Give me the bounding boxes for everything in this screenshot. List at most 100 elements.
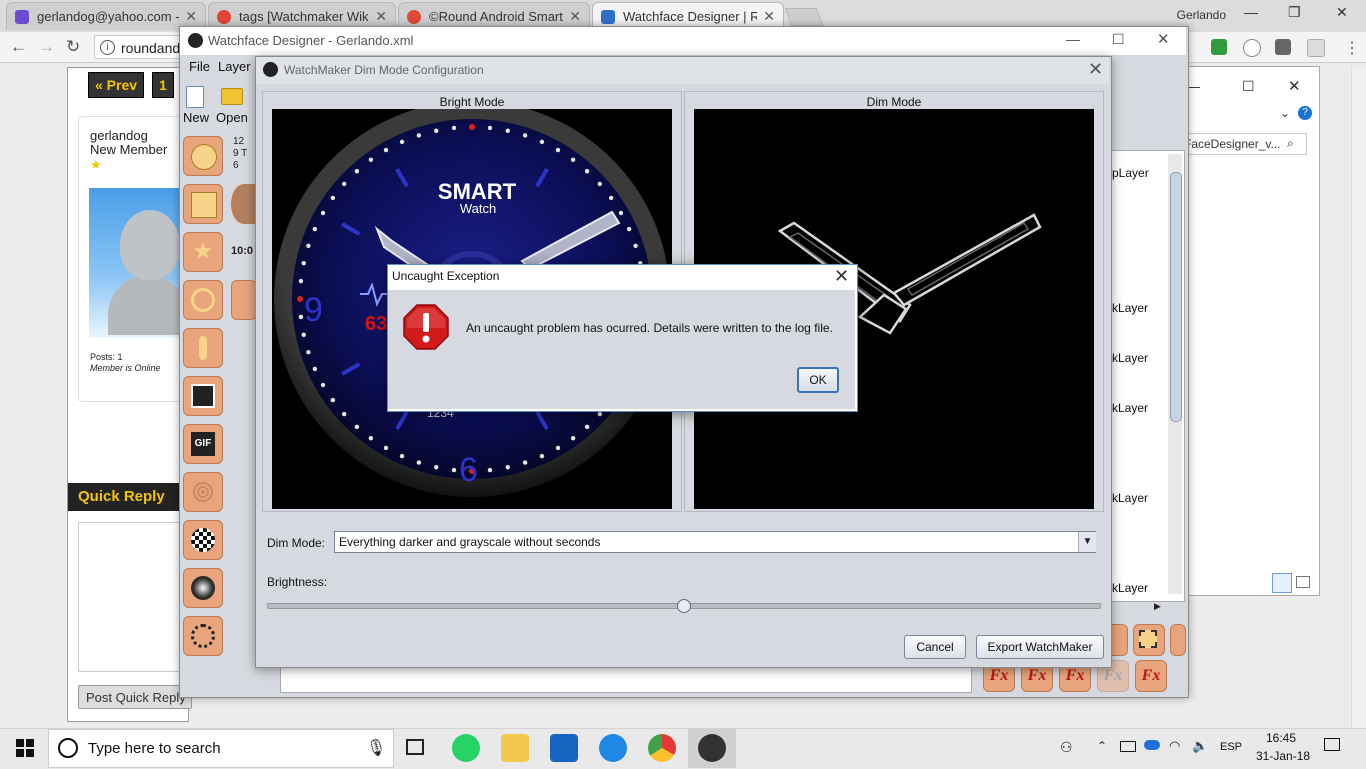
- dotted-ring-button[interactable]: [183, 616, 223, 656]
- digital-clock-button[interactable]: 10:0: [231, 232, 255, 270]
- clock-date[interactable]: 31-Jan-18: [1256, 749, 1310, 763]
- internet-explorer-icon[interactable]: [599, 734, 627, 762]
- taskbar-search-placeholder[interactable]: Type here to search: [88, 740, 221, 757]
- chrome-icon[interactable]: [648, 734, 676, 762]
- post-quick-reply-button[interactable]: Post Quick Reply: [78, 685, 192, 709]
- menu-layer[interactable]: Layer: [218, 59, 251, 74]
- layer-item[interactable]: kLayer: [1112, 491, 1148, 505]
- text-layer-button[interactable]: 12 9 T6: [231, 136, 255, 174]
- watchmaker-icon[interactable]: [698, 734, 726, 762]
- page-scrollbar[interactable]: [1351, 66, 1366, 728]
- chevron-up-icon[interactable]: ⌃: [1097, 739, 1107, 753]
- chevron-down-icon[interactable]: ▼: [1078, 532, 1096, 552]
- scroll-right-icon[interactable]: ▶: [1154, 601, 1161, 612]
- circle-shape-button[interactable]: [183, 136, 223, 176]
- volume-icon[interactable]: 🔈: [1192, 738, 1208, 754]
- fx-button[interactable]: Fx: [1135, 660, 1167, 692]
- extension-icon[interactable]: [1275, 39, 1291, 55]
- new-button-label[interactable]: New: [183, 110, 209, 125]
- quick-reply-textarea[interactable]: [78, 522, 190, 672]
- brightness-label: Brightness:: [267, 575, 328, 589]
- rectangle-shape-button[interactable]: [183, 184, 223, 224]
- dim-mode-select[interactable]: Everything darker and grayscale without …: [334, 531, 1096, 553]
- tiles-view-icon[interactable]: [1296, 576, 1310, 588]
- close-icon[interactable]: ✕: [569, 8, 581, 25]
- layer-item[interactable]: kLayer: [1112, 301, 1148, 315]
- numeral-9: 9: [304, 291, 323, 329]
- notifications-icon[interactable]: [1324, 738, 1340, 751]
- scrollbar-thumb[interactable]: [1170, 172, 1182, 422]
- menu-dots-icon[interactable]: ⋮: [1344, 38, 1360, 58]
- close-icon[interactable]: ✕: [1157, 30, 1170, 48]
- layer-item[interactable]: pLayer: [1112, 166, 1149, 180]
- layer-tool-button[interactable]: [1170, 624, 1186, 656]
- close-icon[interactable]: ✕: [185, 8, 197, 25]
- align-layer-button[interactable]: [1133, 624, 1165, 656]
- whatsapp-icon[interactable]: [452, 734, 480, 762]
- microphone-icon[interactable]: 🎙: [366, 738, 386, 758]
- windows-start-icon[interactable]: [16, 739, 34, 757]
- brightness-slider-thumb[interactable]: [677, 599, 691, 613]
- username[interactable]: gerlandog: [90, 128, 148, 143]
- minimize-icon[interactable]: —: [1244, 4, 1258, 20]
- lock-extension-icon[interactable]: [1211, 39, 1227, 55]
- cancel-button[interactable]: Cancel: [904, 635, 966, 659]
- file-explorer-icon[interactable]: [501, 734, 529, 762]
- export-watchmaker-button[interactable]: Export WatchMaker: [976, 635, 1104, 659]
- image-layer-button[interactable]: [183, 376, 223, 416]
- gradient-layer-button[interactable]: [183, 568, 223, 608]
- ok-button[interactable]: OK: [797, 367, 839, 393]
- spiral-layer-button[interactable]: [183, 472, 223, 512]
- close-icon[interactable]: ✕: [1288, 77, 1301, 95]
- hand-shape-button[interactable]: [183, 328, 223, 368]
- minute-dot: [354, 424, 360, 430]
- layer-item[interactable]: kLayer: [1112, 351, 1148, 365]
- clock-time[interactable]: 16:45: [1266, 731, 1296, 745]
- details-view-icon[interactable]: [1272, 573, 1292, 593]
- onedrive-icon[interactable]: [1144, 740, 1160, 750]
- close-icon[interactable]: ✕: [1088, 59, 1103, 80]
- new-tab-button[interactable]: [784, 8, 824, 26]
- outlook-icon[interactable]: [550, 734, 578, 762]
- close-icon[interactable]: ✕: [763, 8, 775, 25]
- battery-icon[interactable]: [1120, 741, 1136, 752]
- layer-item[interactable]: kLayer: [1112, 581, 1148, 595]
- page-1-button[interactable]: 1: [152, 72, 174, 98]
- checker-layer-button[interactable]: [183, 520, 223, 560]
- back-icon[interactable]: ←: [10, 37, 27, 57]
- file-layer-button[interactable]: [231, 280, 257, 320]
- ring-shape-button[interactable]: [183, 280, 223, 320]
- language-indicator[interactable]: ESP: [1220, 741, 1242, 753]
- maximize-icon[interactable]: ☐: [1112, 31, 1125, 48]
- close-icon[interactable]: ✕: [834, 266, 849, 287]
- menu-file[interactable]: File: [189, 59, 210, 74]
- wifi-icon[interactable]: ◠: [1169, 738, 1180, 754]
- chevron-down-icon[interactable]: ⌄: [1280, 106, 1290, 120]
- gif-layer-button[interactable]: GIF: [183, 424, 223, 464]
- search-icon[interactable]: ⌕: [1287, 136, 1294, 151]
- task-view-icon[interactable]: [406, 739, 424, 755]
- forward-icon[interactable]: →: [38, 37, 55, 57]
- tab-yahoo-mail[interactable]: gerlandog@yahoo.com - ✕: [6, 2, 206, 30]
- layer-item[interactable]: kLayer: [1112, 401, 1148, 415]
- help-icon[interactable]: ?: [1298, 106, 1312, 120]
- reload-icon[interactable]: ↻: [66, 37, 80, 57]
- new-file-icon[interactable]: [186, 86, 204, 108]
- info-icon[interactable]: i: [100, 40, 115, 55]
- member-rank: New Member: [90, 142, 168, 157]
- polygon-shape-button[interactable]: ★: [183, 232, 223, 272]
- vivaldi-extension-icon[interactable]: [1243, 39, 1261, 57]
- extension-icon[interactable]: [1307, 39, 1325, 57]
- profile-name[interactable]: Gerlando: [1177, 8, 1226, 22]
- close-icon[interactable]: ✕: [375, 8, 387, 25]
- minimize-icon[interactable]: —: [1066, 31, 1080, 47]
- open-folder-icon[interactable]: [221, 88, 243, 105]
- minute-dot: [306, 349, 311, 355]
- restore-icon[interactable]: ❐: [1288, 4, 1301, 21]
- people-icon[interactable]: ⚇: [1060, 739, 1073, 756]
- open-button-label[interactable]: Open: [216, 110, 248, 125]
- prev-page-button[interactable]: « Prev: [88, 72, 145, 98]
- close-icon[interactable]: ✕: [1336, 4, 1348, 21]
- dial-layer-button[interactable]: [231, 184, 257, 224]
- maximize-icon[interactable]: ☐: [1242, 78, 1255, 95]
